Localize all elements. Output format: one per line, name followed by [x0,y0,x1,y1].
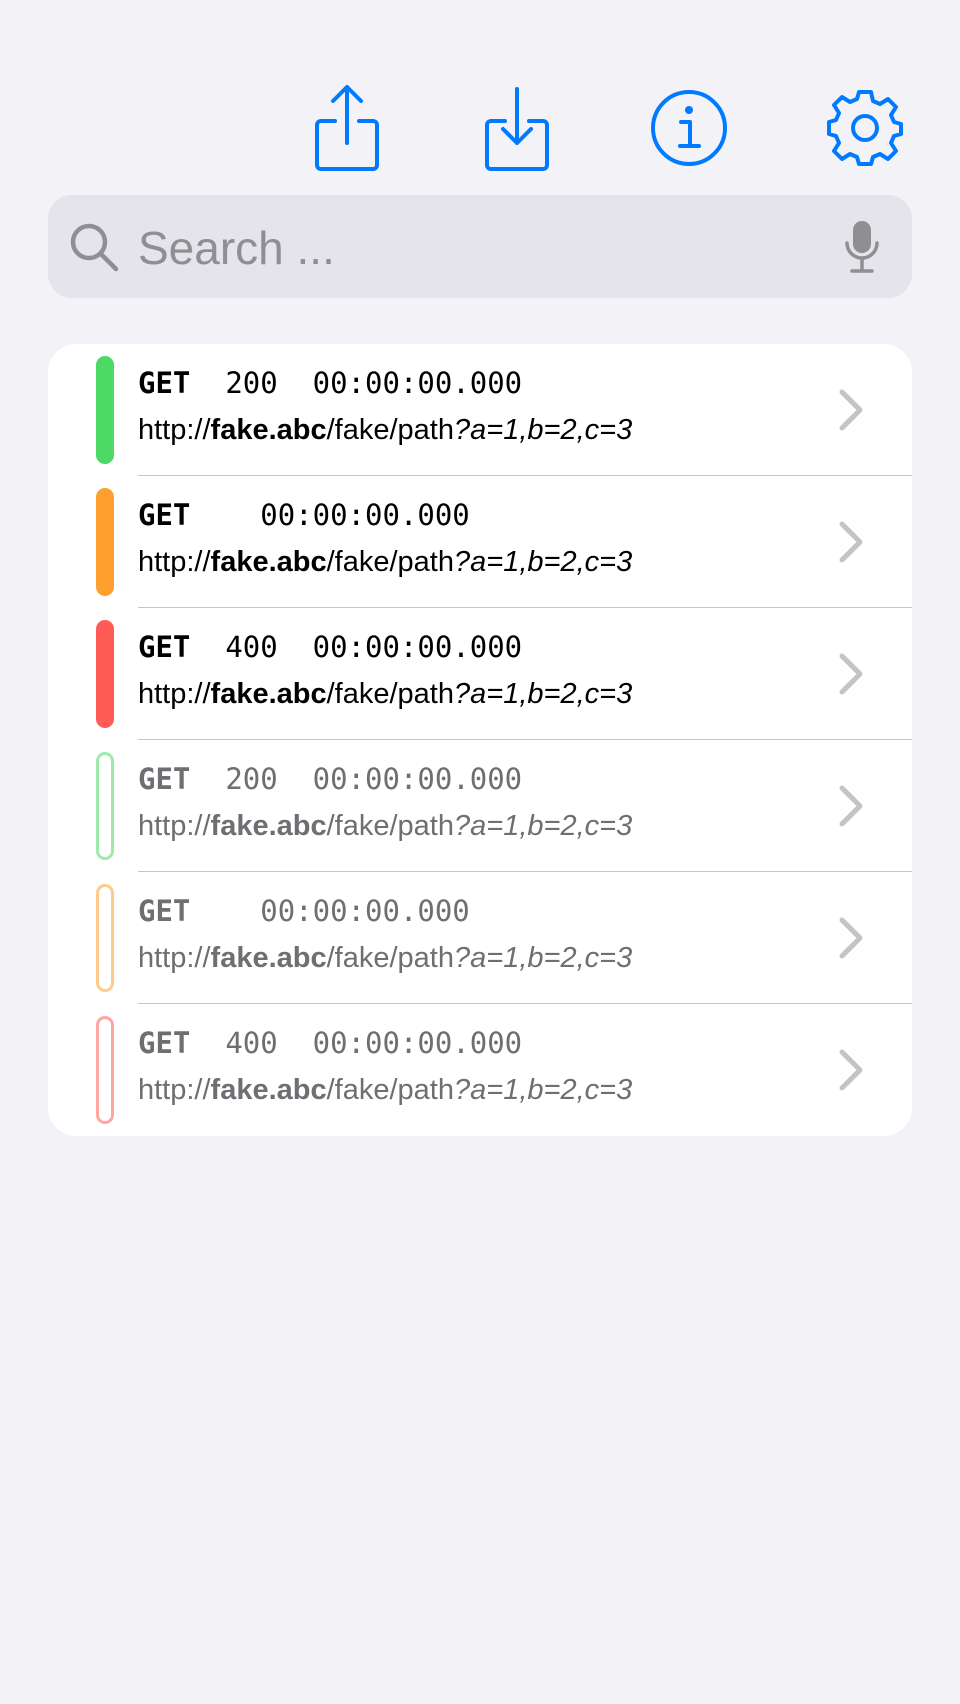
url-host: fake.abc [210,678,327,710]
request-time: 00:00:00.000 [260,894,470,928]
chevron-right-icon [839,1049,863,1091]
url-scheme: http:// [138,414,211,446]
url-path: /fake/path [326,810,454,842]
request-list: GET 200 00:00:00.000 http://fake.abc/fak… [48,344,912,1136]
search-bar [48,195,912,298]
request-time: 00:00:00.000 [260,498,470,532]
chevron-right-icon [839,653,863,695]
request-method: GET [138,366,191,400]
url-query: ?a=1,b=2,c=3 [454,942,633,974]
gear-icon [827,90,903,166]
request-time: 00:00:00.000 [312,1026,523,1060]
settings-button[interactable] [817,80,913,176]
status-code: 400 [225,1026,278,1060]
request-summary: GET 00:00:00.000 [138,498,470,532]
request-url: http://fake.abc/fake/path?a=1,b=2,c=3 [138,414,632,447]
share-button[interactable] [299,80,395,176]
request-time: 00:00:00.000 [312,762,523,796]
request-method: GET [138,1026,191,1060]
request-row[interactable]: GET 400 00:00:00.000 http://fake.abc/fak… [48,1004,912,1136]
request-row[interactable]: GET 200 00:00:00.000 http://fake.abc/fak… [48,344,912,476]
status-indicator [96,1016,114,1124]
url-path: /fake/path [326,942,454,974]
url-query: ?a=1,b=2,c=3 [454,810,633,842]
download-icon [485,87,549,171]
status-indicator [96,884,114,992]
request-method: GET [138,630,191,664]
request-time: 00:00:00.000 [312,630,523,664]
url-query: ?a=1,b=2,c=3 [454,678,633,710]
url-path: /fake/path [326,414,454,446]
url-host: fake.abc [210,810,327,842]
url-path: /fake/path [326,546,454,578]
request-url: http://fake.abc/fake/path?a=1,b=2,c=3 [138,678,632,711]
request-url: http://fake.abc/fake/path?a=1,b=2,c=3 [138,942,632,975]
request-summary: GET 400 00:00:00.000 [138,630,522,664]
url-path: /fake/path [326,678,454,710]
request-summary: GET 200 00:00:00.000 [138,366,522,400]
chevron-right-icon [839,521,863,563]
chevron-right-icon [839,785,863,827]
url-scheme: http:// [138,810,211,842]
request-url: http://fake.abc/fake/path?a=1,b=2,c=3 [138,546,632,579]
microphone-icon[interactable] [844,219,880,275]
request-time: 00:00:00.000 [312,366,523,400]
status-code: 200 [225,366,278,400]
url-query: ?a=1,b=2,c=3 [454,1074,633,1106]
info-button[interactable] [641,80,737,176]
download-button[interactable] [469,80,565,176]
status-indicator [96,356,114,464]
status-indicator [96,620,114,728]
request-summary: GET 400 00:00:00.000 [138,1026,522,1060]
request-method: GET [138,762,191,796]
share-icon [315,85,379,171]
request-row[interactable]: GET 400 00:00:00.000 http://fake.abc/fak… [48,608,912,740]
url-scheme: http:// [138,678,211,710]
url-host: fake.abc [210,546,327,578]
status-indicator [96,488,114,596]
request-url: http://fake.abc/fake/path?a=1,b=2,c=3 [138,810,632,843]
url-host: fake.abc [210,942,327,974]
url-path: /fake/path [326,1074,454,1106]
url-query: ?a=1,b=2,c=3 [454,546,633,578]
status-indicator [96,752,114,860]
request-summary: GET 200 00:00:00.000 [138,762,522,796]
status-code: 400 [225,630,278,664]
url-host: fake.abc [210,414,327,446]
url-host: fake.abc [210,1074,327,1106]
toolbar [0,80,960,180]
request-method: GET [138,894,191,928]
chevron-right-icon [839,917,863,959]
request-row[interactable]: GET 00:00:00.000 http://fake.abc/fake/pa… [48,476,912,608]
info-icon [651,90,727,166]
request-row[interactable]: GET 200 00:00:00.000 http://fake.abc/fak… [48,740,912,872]
url-query: ?a=1,b=2,c=3 [454,414,633,446]
search-icon [70,223,119,272]
request-summary: GET 00:00:00.000 [138,894,470,928]
request-method: GET [138,498,191,532]
request-row[interactable]: GET 00:00:00.000 http://fake.abc/fake/pa… [48,872,912,1004]
status-code: 200 [225,762,278,796]
search-input[interactable] [136,209,860,287]
url-scheme: http:// [138,942,211,974]
url-scheme: http:// [138,1074,211,1106]
chevron-right-icon [839,389,863,431]
url-scheme: http:// [138,546,211,578]
request-url: http://fake.abc/fake/path?a=1,b=2,c=3 [138,1074,632,1107]
